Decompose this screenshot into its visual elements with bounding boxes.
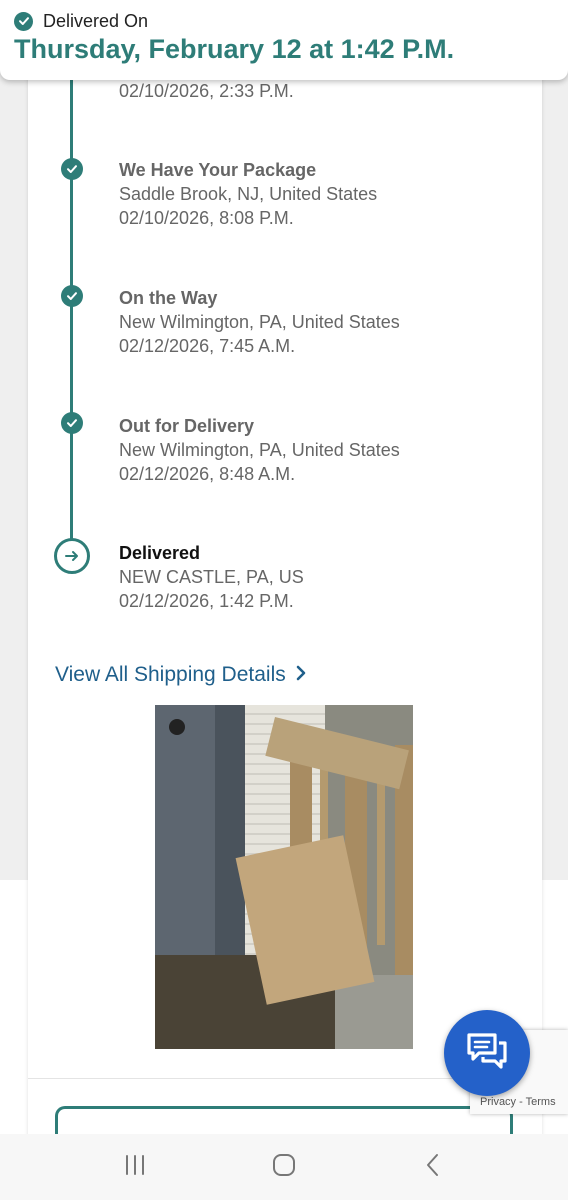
system-navigation-bar (0, 1134, 568, 1200)
check-icon (61, 412, 83, 434)
check-icon (14, 11, 33, 31)
event-title: Delivered (119, 543, 201, 563)
event-title: Out for Delivery (119, 416, 255, 436)
event-location: New Wilmington, PA, United States (119, 440, 400, 460)
timeline-event: Out for Delivery New Wilmington, PA, Uni… (119, 414, 400, 486)
delivery-status-row: Delivered On (14, 10, 148, 32)
timeline-event-current: Delivered NEW CASTLE, PA, US 02/12/2026,… (119, 541, 304, 613)
timeline-event: We Have Your Package Saddle Brook, NJ, U… (119, 158, 377, 230)
timeline-event: On the Way New Wilmington, PA, United St… (119, 286, 400, 358)
back-button[interactable] (413, 1147, 453, 1187)
photo-door-frame (215, 705, 245, 955)
home-button[interactable] (264, 1147, 304, 1187)
event-location: Saddle Brook, NJ, United States (119, 184, 378, 204)
delivery-status-label: Delivered On (43, 10, 149, 31)
back-icon (425, 1153, 441, 1182)
check-icon (61, 158, 83, 180)
recents-icon (123, 1154, 147, 1181)
chat-button[interactable] (444, 1010, 530, 1096)
event-title: On the Way (119, 288, 218, 308)
view-all-label: View All Shipping Details (55, 663, 286, 686)
delivery-date: Thursday, February 12 at 1:42 P.M. (14, 34, 455, 64)
event-location: New Wilmington, PA, United States (119, 312, 400, 332)
event-date: 02/10/2026, 2:33 P.M. (119, 81, 294, 101)
delivery-photo[interactable] (155, 705, 413, 1049)
chevron-right-icon (296, 663, 306, 687)
home-icon (272, 1153, 296, 1182)
view-all-shipping-details-link[interactable]: View All Shipping Details (55, 662, 306, 688)
chat-icon (465, 1031, 509, 1076)
event-date: 02/12/2026, 8:48 A.M. (119, 464, 296, 484)
recents-button[interactable] (115, 1147, 155, 1187)
timeline-partial-event: 02/10/2026, 2:33 P.M. (119, 79, 294, 103)
recaptcha-links[interactable]: Privacy - Terms (480, 1096, 556, 1108)
event-location: NEW CASTLE, PA, US (119, 567, 304, 587)
arrow-right-icon (54, 538, 90, 574)
photo-rail-spindle (377, 765, 385, 945)
photo-door-knob (169, 719, 185, 735)
delivery-header: Delivered On Thursday, February 12 at 1:… (0, 0, 568, 80)
event-title: We Have Your Package (119, 160, 317, 180)
event-date: 02/12/2026, 1:42 P.M. (119, 591, 294, 611)
check-icon (61, 285, 83, 307)
event-date: 02/10/2026, 8:08 P.M. (119, 208, 294, 228)
event-date: 02/12/2026, 7:45 A.M. (119, 336, 296, 356)
